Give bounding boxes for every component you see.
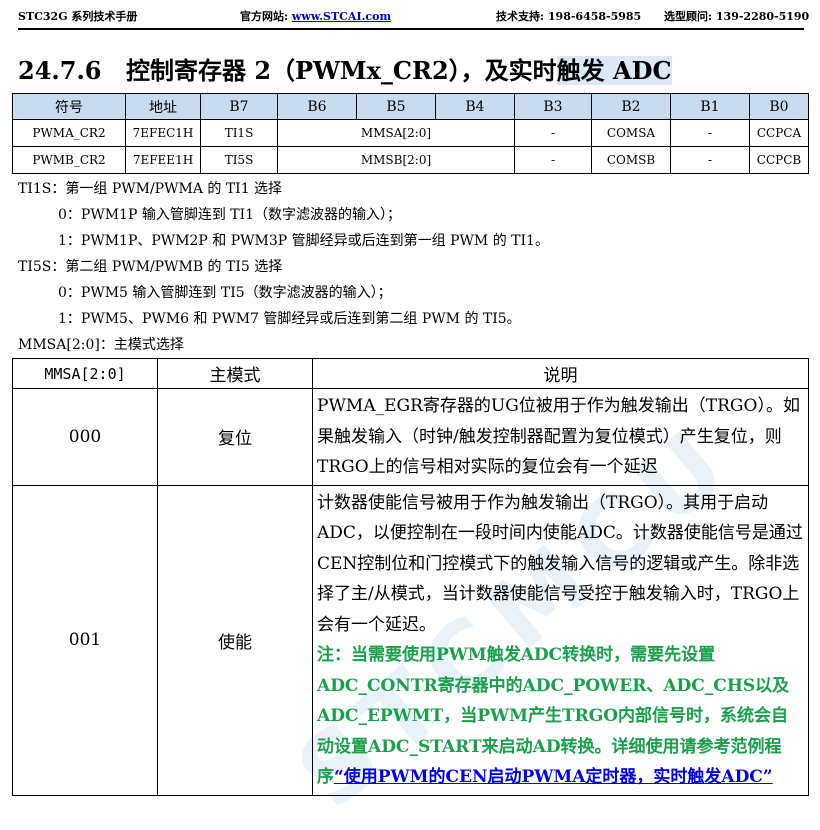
- col-b4: B4: [435, 93, 515, 120]
- reg-b1: -: [670, 146, 750, 174]
- col-b0: B0: [749, 93, 809, 120]
- col-b3: B3: [514, 93, 592, 120]
- reg-b7: TI1S: [200, 119, 278, 147]
- desc-ti5s: TI5S：第二组 PWM/PWMB 的 TI5 选择: [18, 259, 283, 275]
- desc-ti1s: TI1S：第一组 PWM/PWMA 的 TI1 选择: [18, 181, 283, 197]
- header-divider: [18, 28, 804, 30]
- col-mode: 主模式: [157, 358, 313, 389]
- example-link[interactable]: “使用PWM的CEN启动PWMA定时器，实时触发ADC”: [334, 767, 773, 787]
- desc-mmsa: MMSA[2:0]：主模式选择: [18, 337, 184, 353]
- mode-description: 计数器使能信号被用于作为触发输出（TRGO）。其用于启动ADC，以便控制在一段时…: [312, 484, 809, 796]
- reg-b3: -: [514, 146, 592, 174]
- reg-b7: TI5S: [200, 146, 278, 174]
- reg-address: 7EFEC1H: [125, 119, 201, 147]
- reg-b2: COMSA: [591, 119, 671, 147]
- support-phone: 技术支持: 198-6458-5985: [496, 10, 642, 23]
- col-b2: B2: [591, 93, 671, 120]
- mode-name: 使能: [157, 484, 313, 796]
- mode-value: 001: [12, 484, 158, 796]
- page-header: STC32G 系列技术手册 官方网站: www.STCAI.com 技术支持: …: [18, 8, 809, 26]
- table-row: PWMA_CR2 7EFEC1H TI1S MMSA[2:0] - COMSA …: [12, 119, 809, 147]
- col-symbol: 符号: [12, 93, 126, 120]
- desc-ti1s-1: 1：PWM1P、PWM2P 和 PWM3P 管脚经异或后连到第一组 PWM 的 …: [58, 233, 549, 249]
- section-title-text: 控制寄存器 2（PWMx_CR2），及实时: [126, 56, 557, 85]
- col-b1: B1: [670, 93, 750, 120]
- mode-note-text: 注：当需要使用PWM触发ADC转换时，需要先设置ADC_CONTR寄存器中的AD…: [317, 645, 790, 787]
- mode-description: PWMA_EGR寄存器的UG位被用于作为触发输出（TRGO）。如果触发输入（时钟…: [312, 388, 809, 486]
- col-desc: 说明: [312, 358, 809, 389]
- table-row: 001 使能 计数器使能信号被用于作为触发输出（TRGO）。其用于启动ADC，以…: [12, 484, 809, 796]
- section-title-highlight: 触发 ADC: [556, 56, 672, 85]
- reg-b0: CCPCB: [749, 146, 809, 174]
- col-b7: B7: [200, 93, 278, 120]
- register-header-row: 符号 地址 B7 B6 B5 B4 B3 B2 B1 B0: [12, 93, 809, 120]
- manual-title: STC32G 系列技术手册: [18, 10, 138, 23]
- reg-b0: CCPCA: [749, 119, 809, 147]
- desc-ti5s-0: 0：PWM5 输入管脚连到 TI5（数字滤波器的输入）；: [58, 285, 392, 301]
- mode-name: 复位: [157, 388, 313, 486]
- section-title: 24.7.6 控制寄存器 2（PWMx_CR2），及实时触发 ADC: [18, 51, 672, 86]
- reg-b6-b4: MMSB[2:0]: [277, 146, 515, 174]
- website: 官方网站: www.STCAI.com: [240, 10, 392, 23]
- desc-ti5s-1: 1：PWM5、PWM6 和 PWM7 管脚经异或后连到第二组 PWM 的 TI5…: [58, 311, 521, 327]
- mode-note: 注：当需要使用PWM触发ADC转换时，需要先设置ADC_CONTR寄存器中的AD…: [317, 645, 789, 787]
- table-row: 000 复位 PWMA_EGR寄存器的UG位被用于作为触发输出（TRGO）。如果…: [12, 388, 809, 486]
- mode-table: MMSA[2:0] 主模式 说明 000 复位 PWMA_EGR寄存器的UG位被…: [12, 358, 809, 796]
- mode-header-row: MMSA[2:0] 主模式 说明: [12, 358, 809, 389]
- mode-value: 000: [12, 388, 158, 486]
- reg-b1: -: [670, 119, 750, 147]
- reg-b2: COMSB: [591, 146, 671, 174]
- section-number: 24.7.6: [18, 56, 102, 85]
- mode-description-text: 计数器使能信号被用于作为触发输出（TRGO）。其用于启动ADC，以便控制在一段时…: [317, 492, 803, 635]
- sales-phone: 选型顾问: 139-2280-5190: [664, 10, 810, 23]
- col-b5: B5: [356, 93, 436, 120]
- col-mmsa: MMSA[2:0]: [12, 358, 158, 389]
- reg-address: 7EFEE1H: [125, 146, 201, 174]
- website-link[interactable]: www.STCAI.com: [292, 10, 391, 23]
- reg-b3: -: [514, 119, 592, 147]
- table-row: PWMB_CR2 7EFEE1H TI5S MMSB[2:0] - COMSB …: [12, 146, 809, 174]
- col-b6: B6: [277, 93, 357, 120]
- register-table: 符号 地址 B7 B6 B5 B4 B3 B2 B1 B0 PWMA_CR2 7…: [12, 93, 809, 174]
- reg-symbol: PWMA_CR2: [12, 119, 126, 147]
- reg-symbol: PWMB_CR2: [12, 146, 126, 174]
- desc-ti1s-0: 0：PWM1P 输入管脚连到 TI1（数字滤波器的输入）；: [58, 207, 402, 223]
- reg-b6-b4: MMSA[2:0]: [277, 119, 515, 147]
- col-address: 地址: [125, 93, 201, 120]
